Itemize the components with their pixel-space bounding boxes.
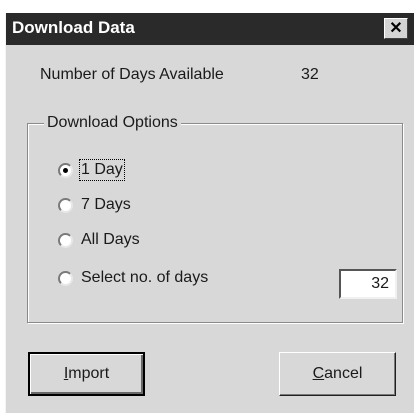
window-title: Download Data — [12, 18, 135, 37]
option-7-days-label: 7 Days — [81, 196, 131, 213]
option-select-days[interactable]: Select no. of days — [58, 267, 208, 289]
option-select-days-label: Select no. of days — [81, 269, 209, 286]
radio-7-days[interactable] — [58, 197, 73, 213]
close-icon: ✕ — [389, 19, 403, 37]
close-button[interactable]: ✕ — [384, 18, 408, 39]
import-button[interactable]: Import — [28, 352, 145, 396]
cancel-mnemonic: C — [312, 365, 325, 382]
radio-1-day[interactable] — [58, 162, 73, 178]
download-data-dialog: Download Data ✕ Number of Days Available… — [5, 13, 414, 413]
download-options-legend: Download Options — [44, 114, 181, 132]
days-available-value: 32 — [301, 66, 319, 83]
title-bar[interactable]: Download Data ✕ — [6, 13, 414, 45]
radio-select-days[interactable] — [58, 270, 73, 286]
days-available-label: Number of Days Available — [40, 66, 224, 83]
cancel-button[interactable]: Cancel — [279, 352, 396, 396]
cancel-label-rest: ancel — [324, 365, 363, 382]
days-count-input[interactable] — [339, 269, 397, 299]
radio-all-days[interactable] — [58, 232, 73, 248]
import-label-rest: mport — [68, 365, 110, 382]
option-1-day[interactable]: 1 Day — [58, 159, 125, 181]
option-all-days-label: All Days — [81, 231, 140, 248]
option-all-days[interactable]: All Days — [58, 229, 140, 251]
option-1-day-label: 1 Day — [79, 159, 125, 181]
option-7-days[interactable]: 7 Days — [58, 194, 131, 216]
